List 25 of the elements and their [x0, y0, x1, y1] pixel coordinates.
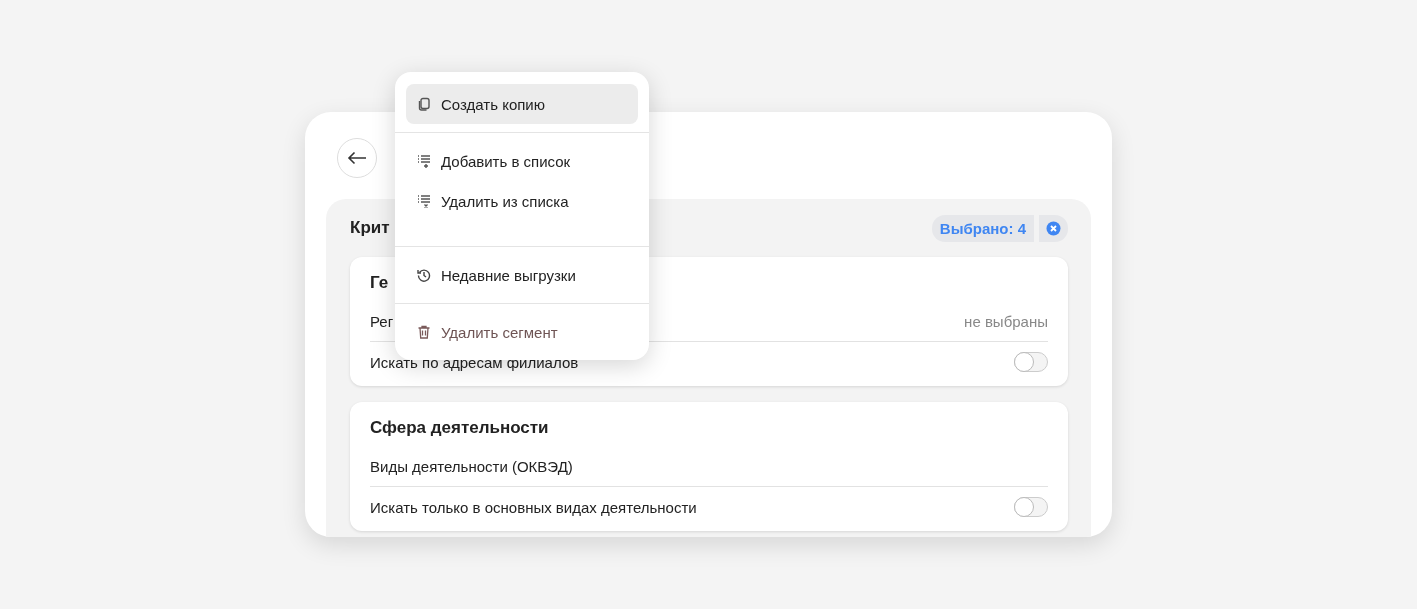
list-remove-icon: [417, 194, 431, 208]
panel-title: Крит: [350, 218, 390, 238]
select-value[interactable]: не выбраны: [964, 312, 1048, 330]
menu-item[interactable]: Недавние выгрузки: [406, 255, 638, 295]
toggle-switch[interactable]: [1014, 497, 1048, 517]
selected-count-badge: Выбрано: 4: [931, 214, 1034, 242]
trash-icon: [417, 325, 431, 339]
menu-item[interactable]: Удалить сегмент: [406, 312, 638, 352]
copy-icon: [417, 97, 431, 111]
toggle-switch[interactable]: [1014, 352, 1048, 372]
clear-button[interactable]: [1039, 214, 1068, 242]
select-label: Рег: [370, 312, 394, 330]
back-arrow-icon: [347, 151, 367, 165]
toggle-label: Искать только в основных видах деятельности: [370, 498, 697, 516]
section-title: Ге: [370, 273, 389, 293]
clear-icon: [1046, 220, 1061, 236]
history-icon: [417, 268, 431, 282]
section-title: Сфера деятельности: [370, 418, 549, 438]
toggle-label: Искать по адресам филиалов: [370, 353, 579, 371]
back-button[interactable]: [337, 138, 377, 178]
menu-item[interactable]: Удалить из списка: [406, 181, 638, 221]
menu-item[interactable]: Добавить в список: [406, 141, 638, 181]
menu-item[interactable]: Создать копию: [406, 84, 638, 124]
select-label: Виды деятельности (ОКВЭД): [370, 457, 573, 475]
list-add-icon: [417, 154, 431, 168]
